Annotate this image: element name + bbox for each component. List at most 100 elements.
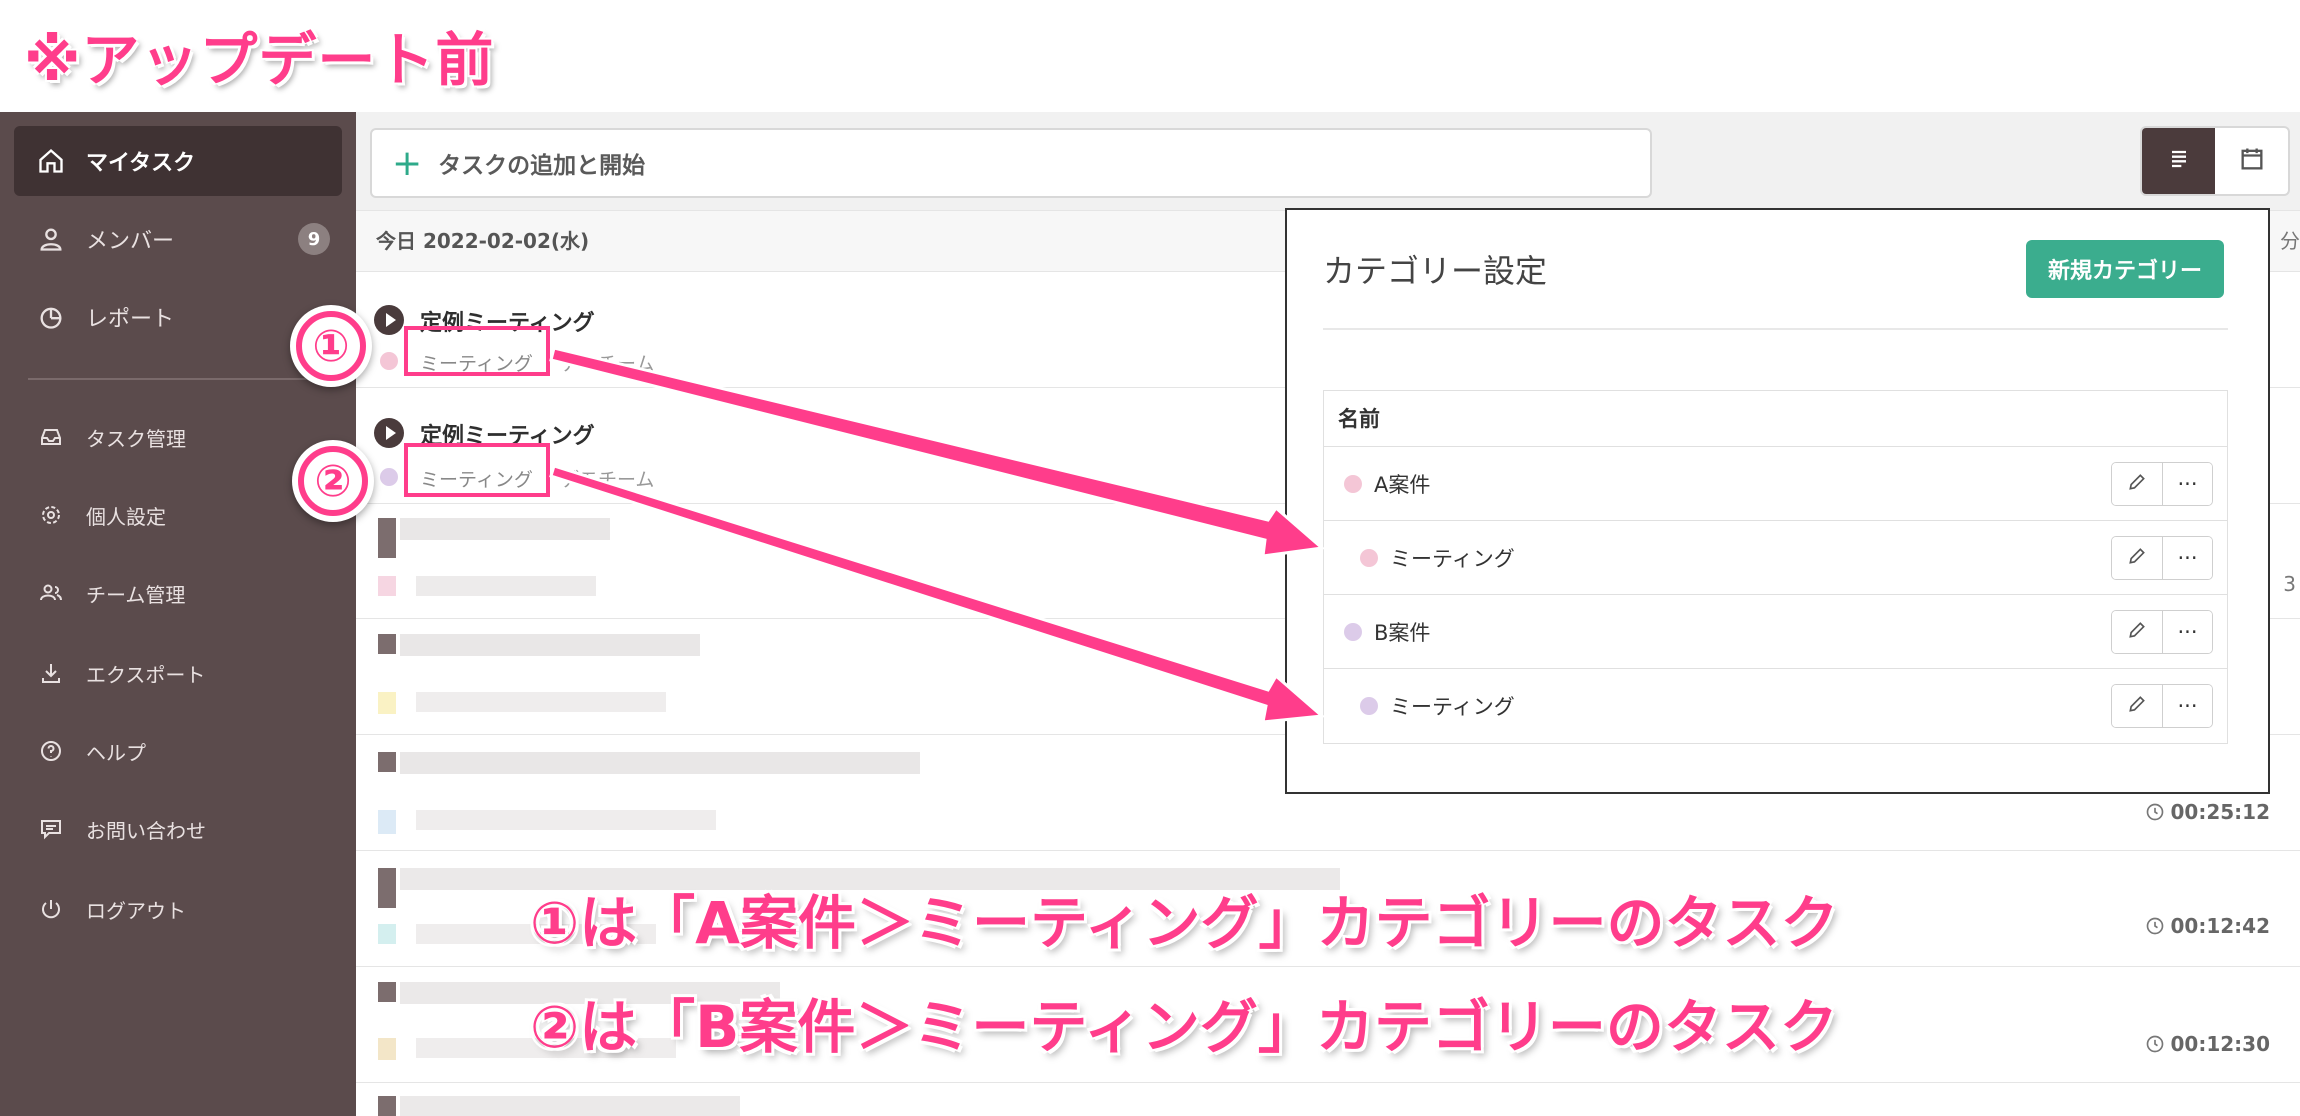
category-table: 名前 A案件 ··· ミーティング ··· B案件 ··· ミーティング ··· — [1323, 390, 2228, 744]
modal-divider — [1323, 328, 2228, 330]
blurred-task-row — [356, 622, 1116, 734]
view-toggle — [2140, 126, 2290, 196]
category-color-dot — [1360, 697, 1378, 715]
category-row[interactable]: ミーティング ··· — [1324, 521, 2227, 595]
download-icon — [32, 654, 70, 692]
blurred-task-row — [356, 506, 1116, 618]
category-settings-modal: カテゴリー設定 新規カテゴリー 名前 A案件 ··· ミーティング ··· B案… — [1285, 208, 2270, 794]
category-name: ミーティング — [1390, 546, 1515, 571]
category-actions: ··· — [2111, 610, 2213, 654]
row-divider — [356, 1082, 2300, 1083]
sidebar-item-team-management[interactable]: チーム管理 — [14, 558, 342, 628]
more-icon: ··· — [2177, 546, 2198, 570]
sidebar-item-task-management[interactable]: タスク管理 — [14, 402, 342, 472]
sidebar-item-help[interactable]: ヘルプ — [14, 716, 342, 786]
sidebar-item-my-tasks[interactable]: マイタスク — [14, 126, 342, 196]
sidebar-item-contact[interactable]: お問い合わせ — [14, 794, 342, 864]
task-timer: 00:25:12 — [2145, 800, 2270, 824]
marker-1-label: ① — [296, 311, 366, 381]
sidebar-item-label: タスク管理 — [86, 426, 186, 451]
annotation-caption-2: ②は「B案件＞ミーティング」カテゴリーのタスク — [530, 993, 1838, 1061]
list-view-icon — [2165, 145, 2193, 177]
more-icon: ··· — [2177, 620, 2198, 644]
annotation-caption-1: ①は「A案件＞ミーティング」カテゴリーのタスク — [530, 889, 1839, 957]
row-divider — [356, 850, 2300, 851]
more-options-button[interactable]: ··· — [2162, 537, 2212, 579]
more-icon: ··· — [2177, 694, 2198, 718]
list-view-button[interactable] — [2142, 128, 2215, 194]
blurred-task-row — [356, 1086, 1116, 1116]
pencil-icon — [2127, 546, 2147, 571]
category-name: A案件 — [1374, 472, 1431, 497]
category-actions: ··· — [2111, 536, 2213, 580]
top-toolbar: + タスクの追加と開始 — [356, 112, 2300, 210]
pencil-icon — [2127, 694, 2147, 719]
category-actions: ··· — [2111, 462, 2213, 506]
sidebar-item-label: チーム管理 — [86, 582, 186, 607]
category-row[interactable]: ミーティング ··· — [1324, 669, 2227, 743]
category-row[interactable]: A案件 ··· — [1324, 447, 2227, 521]
pie-chart-icon — [32, 298, 70, 336]
sidebar-item-label: 個人設定 — [86, 504, 166, 529]
highlight-box-1 — [404, 326, 550, 376]
sidebar-item-label: お問い合わせ — [86, 818, 206, 843]
sidebar-item-label: ヘルプ — [86, 740, 146, 765]
sidebar-item-logout[interactable]: ログアウト — [14, 874, 342, 944]
sidebar-item-label: ログアウト — [86, 898, 186, 923]
calendar-view-button[interactable] — [2215, 128, 2288, 194]
power-icon — [32, 890, 70, 928]
message-icon — [32, 810, 70, 848]
category-actions: ··· — [2111, 684, 2213, 728]
sidebar-item-label: レポート — [86, 307, 175, 332]
category-table-header: 名前 — [1324, 391, 2227, 447]
play-icon[interactable] — [374, 418, 404, 448]
clock-icon — [2146, 1035, 2163, 1053]
add-task-label: タスクの追加と開始 — [438, 153, 646, 179]
edit-category-button[interactable] — [2112, 463, 2162, 505]
home-icon — [32, 142, 70, 180]
category-color-dot — [1360, 548, 1378, 567]
more-options-button[interactable]: ··· — [2162, 611, 2212, 653]
member-count-badge: 9 — [298, 223, 330, 255]
blurred-task-row — [356, 738, 1116, 850]
edit-category-button[interactable] — [2112, 611, 2162, 653]
modal-title: カテゴリー設定 — [1323, 252, 1548, 290]
more-options-button[interactable]: ··· — [2162, 685, 2212, 727]
sidebar-item-label: メンバー — [86, 229, 175, 254]
sidebar-item-export[interactable]: エクスポート — [14, 638, 342, 708]
edge-fragment: 3 — [2283, 572, 2296, 596]
task-timer: 00:12:30 — [2145, 1032, 2270, 1056]
help-icon — [32, 732, 70, 770]
task-team: デモチーム — [560, 469, 655, 491]
team-icon — [32, 574, 70, 612]
category-dot — [380, 352, 398, 370]
category-row[interactable]: B案件 ··· — [1324, 595, 2227, 669]
inbox-icon — [32, 418, 70, 456]
clock-icon — [2146, 803, 2163, 821]
highlight-box-2 — [404, 443, 550, 497]
task-team: デモチーム — [560, 353, 655, 375]
category-name: ミーティング — [1390, 695, 1515, 719]
category-name: B案件 — [1374, 620, 1431, 645]
marker-2-label: ② — [298, 446, 368, 516]
new-category-button[interactable]: 新規カテゴリー — [2026, 240, 2224, 298]
marker-2-badge: ② — [292, 440, 374, 522]
clock-icon — [2146, 917, 2163, 935]
edit-category-button[interactable] — [2112, 537, 2162, 579]
sidebar-item-label: エクスポート — [86, 662, 206, 687]
play-icon[interactable] — [374, 305, 404, 335]
annotation-top-note: ※アップデート前 — [24, 26, 495, 94]
edit-category-button[interactable] — [2112, 685, 2162, 727]
calendar-view-icon — [2238, 145, 2266, 177]
plus-icon: + — [392, 142, 423, 184]
category-color-dot — [1344, 622, 1362, 641]
more-options-button[interactable]: ··· — [2162, 463, 2212, 505]
row-divider — [356, 966, 2300, 967]
add-task-input[interactable]: + タスクの追加と開始 — [370, 128, 1652, 198]
date-header-tail: 分 — [2280, 229, 2300, 253]
category-color-dot — [1344, 474, 1362, 493]
pencil-icon — [2127, 620, 2147, 645]
sidebar-item-members[interactable]: メンバー 9 — [14, 204, 342, 274]
date-header-label: 今日 2022-02-02(水) — [376, 229, 590, 253]
gear-icon — [32, 496, 70, 534]
